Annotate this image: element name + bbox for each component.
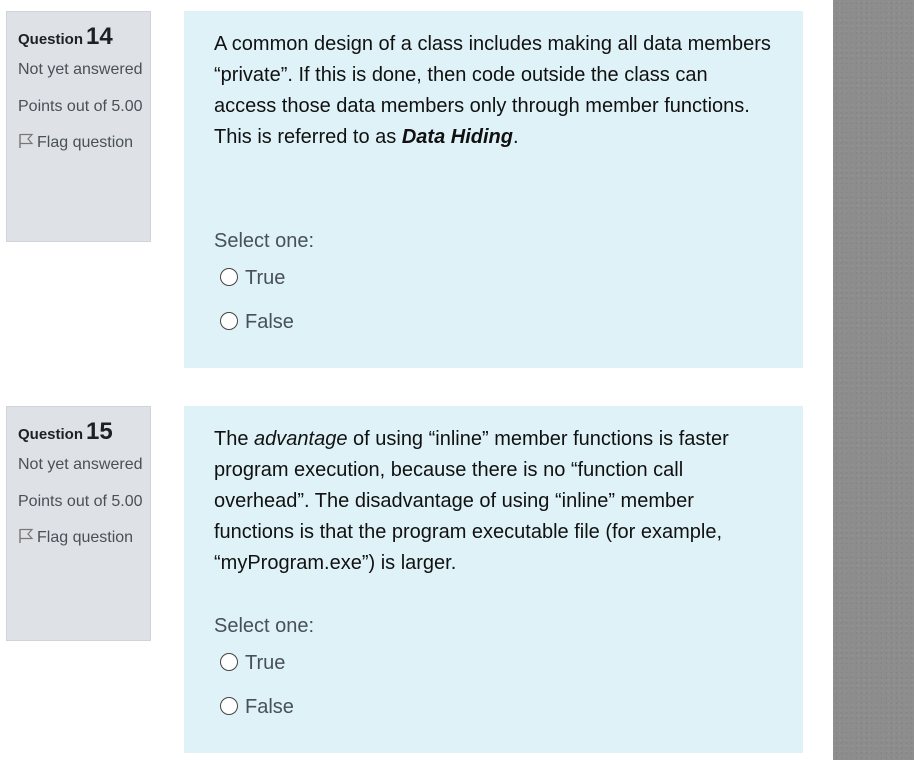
flag-icon bbox=[19, 528, 34, 543]
question-info-panel: Question 15 Not yet answered Points out o… bbox=[6, 406, 151, 641]
flag-question-label: Flag question bbox=[37, 134, 134, 151]
question-14: Question 14 Not yet answered Points out o… bbox=[0, 11, 833, 369]
window-edge-background bbox=[833, 0, 914, 760]
answer-label: True bbox=[245, 267, 286, 289]
answer-label: False bbox=[245, 696, 294, 718]
answer-label: False bbox=[245, 311, 294, 333]
answer-option-true[interactable]: True bbox=[220, 650, 285, 676]
answer-option-false[interactable]: False bbox=[220, 694, 294, 720]
question-info-panel: Question 14 Not yet answered Points out o… bbox=[6, 11, 151, 242]
question-number: 15 bbox=[86, 418, 113, 445]
flag-icon bbox=[19, 133, 34, 148]
radio-button[interactable] bbox=[220, 653, 238, 671]
question-label: Question bbox=[18, 31, 84, 48]
question-number-heading: Question 14 bbox=[18, 23, 150, 51]
question-text: A common design of a class includes maki… bbox=[214, 29, 773, 153]
question-text: The advantage of using “inline” member f… bbox=[214, 424, 773, 579]
flag-question-link[interactable]: Flag question bbox=[18, 130, 150, 155]
question-text-emphasis: advantage bbox=[254, 428, 348, 450]
select-one-prompt: Select one: bbox=[214, 615, 315, 637]
question-number-heading: Question 15 bbox=[18, 418, 150, 446]
question-state: Not yet answered bbox=[18, 61, 143, 78]
radio-button[interactable] bbox=[220, 312, 238, 330]
flag-question-link[interactable]: Flag question bbox=[18, 525, 150, 550]
question-text-part: The bbox=[214, 428, 255, 450]
radio-button[interactable] bbox=[220, 697, 238, 715]
select-one-prompt: Select one: bbox=[214, 230, 315, 252]
flag-question-label: Flag question bbox=[37, 529, 134, 546]
quiz-page: Question 14 Not yet answered Points out o… bbox=[0, 0, 914, 760]
question-content: The advantage of using “inline” member f… bbox=[184, 406, 803, 753]
answer-option-false[interactable]: False bbox=[220, 309, 294, 335]
question-label: Question bbox=[18, 426, 84, 443]
radio-button[interactable] bbox=[220, 268, 238, 286]
question-content: A common design of a class includes maki… bbox=[184, 11, 803, 368]
question-text-emphasis: Data Hiding bbox=[401, 126, 513, 148]
question-state: Not yet answered bbox=[18, 456, 143, 473]
question-15: Question 15 Not yet answered Points out o… bbox=[0, 406, 833, 753]
question-text-part: . bbox=[512, 126, 519, 148]
answer-label: True bbox=[245, 652, 286, 674]
question-number: 14 bbox=[86, 23, 113, 50]
answer-option-true[interactable]: True bbox=[220, 265, 285, 291]
question-grade: Points out of 5.00 bbox=[18, 98, 143, 115]
question-grade: Points out of 5.00 bbox=[18, 493, 143, 510]
